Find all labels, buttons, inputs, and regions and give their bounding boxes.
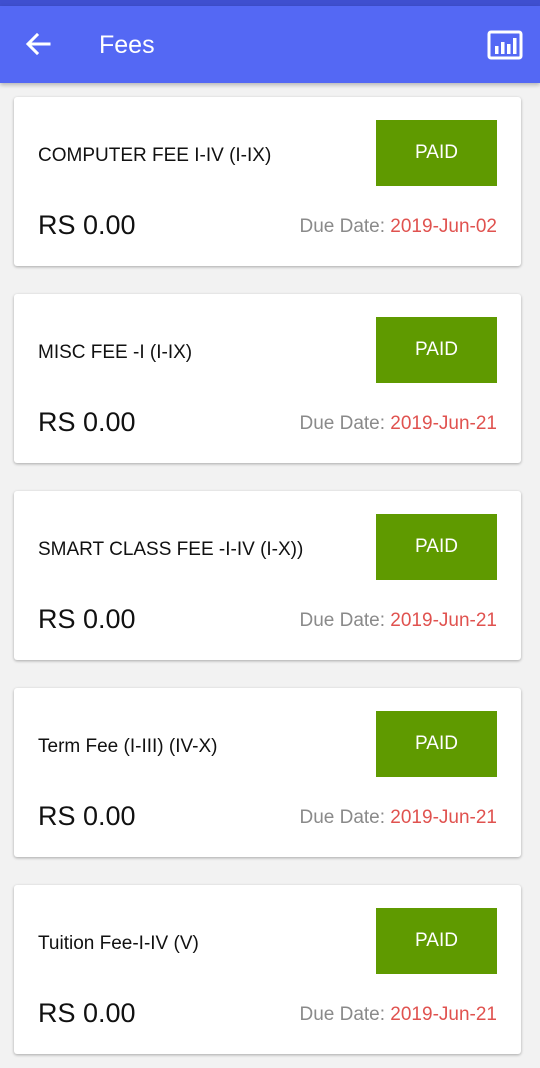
due-date-label: Due Date: [299,216,391,237]
fee-card: Tuition Fee-I-IV (V) PAID RS 0.00 Due Da… [14,885,521,1054]
fee-name: Term Fee (I-III) (IV-X) [38,736,218,757]
fee-amount: RS 0.00 [38,407,136,437]
due-date-value: 2019-Jun-21 [390,1004,497,1025]
due-date-value: 2019-Jun-21 [390,807,497,828]
fee-amount: RS 0.00 [38,998,136,1028]
fee-amount: RS 0.00 [38,801,136,831]
fee-name: SMART CLASS FEE -I-IV (I-X)) [38,539,304,560]
paid-status-button[interactable]: PAID [376,514,497,580]
due-date-label: Due Date: [299,807,391,828]
page-title: Fees [99,31,155,59]
fee-card: Term Fee (I-III) (IV-X) PAID RS 0.00 Due… [14,688,521,857]
fee-name: COMPUTER FEE I-IV (I-IX) [38,145,272,166]
paid-status-button[interactable]: PAID [376,120,497,186]
paid-status-button[interactable]: PAID [376,908,497,974]
fee-name: Tuition Fee-I-IV (V) [38,933,199,954]
due-date-row: Due Date: 2019-Jun-21 [299,1004,497,1026]
report-button[interactable] [486,27,524,63]
due-date-value: 2019-Jun-02 [390,216,497,237]
due-date-row: Due Date: 2019-Jun-21 [299,413,497,435]
due-date-label: Due Date: [299,1004,391,1025]
due-date-row: Due Date: 2019-Jun-02 [299,216,497,238]
back-button[interactable] [20,28,56,60]
fee-card: SMART CLASS FEE -I-IV (I-X)) PAID RS 0.0… [14,491,521,660]
due-date-label: Due Date: [299,413,391,434]
fee-card: COMPUTER FEE I-IV (I-IX) PAID RS 0.00 Du… [14,97,521,266]
due-date-value: 2019-Jun-21 [390,610,497,631]
fee-amount: RS 0.00 [38,210,136,240]
fee-amount: RS 0.00 [38,604,136,634]
app-bar: Fees [0,6,540,83]
paid-status-button[interactable]: PAID [376,317,497,383]
fee-name: MISC FEE -I (I-IX) [38,342,193,363]
due-date-value: 2019-Jun-21 [390,413,497,434]
due-date-row: Due Date: 2019-Jun-21 [299,807,497,829]
bar-chart-icon [487,30,523,60]
due-date-row: Due Date: 2019-Jun-21 [299,610,497,632]
due-date-label: Due Date: [299,610,391,631]
fee-card: MISC FEE -I (I-IX) PAID RS 0.00 Due Date… [14,294,521,463]
paid-status-button[interactable]: PAID [376,711,497,777]
arrow-left-icon [25,32,51,56]
